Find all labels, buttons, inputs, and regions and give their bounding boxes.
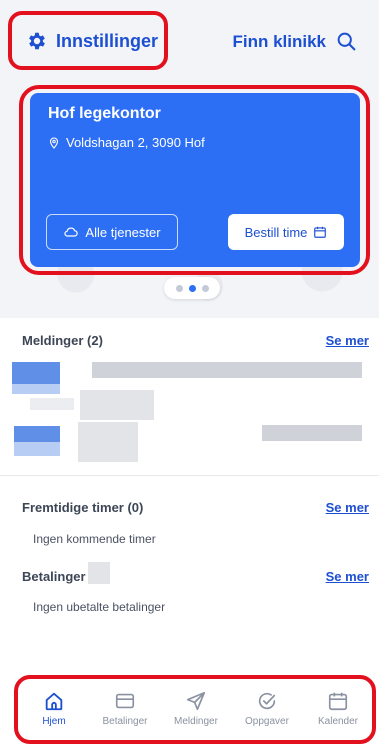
redacted-block [262,425,362,441]
redacted-block [78,422,138,462]
redacted-block [14,426,60,442]
pager-dot-active[interactable] [188,284,196,292]
redacted-block [88,562,110,584]
payments-see-more-link[interactable]: Se mer [326,569,369,584]
pager-dot[interactable] [201,284,209,292]
appointments-see-more-link[interactable]: Se mer [326,500,369,515]
appointments-empty-text: Ingen kommende timer [33,532,156,546]
redacted-block [30,398,74,410]
find-clinic-label: Finn klinikk [232,31,326,51]
redacted-block [92,362,362,378]
highlight-clinic-card [19,85,370,275]
redacted-block [80,390,154,420]
messages-title: Meldinger (2) [22,333,103,348]
highlight-settings [8,11,168,70]
payments-empty-text: Ingen ubetalte betalinger [33,600,166,614]
search-icon [337,32,356,51]
pager-dot[interactable] [175,284,183,292]
highlight-bottom-navigation [14,675,376,744]
payments-title: Betalinger [22,569,86,584]
messages-see-more-link[interactable]: Se mer [326,333,369,348]
redacted-block [12,384,60,394]
find-clinic-button[interactable]: Finn klinikk [232,31,357,52]
divider [0,475,379,476]
redacted-block [12,362,60,384]
card-pager[interactable] [164,277,220,299]
redacted-block [14,442,60,456]
appointments-title: Fremtidige timer (0) [22,500,144,515]
